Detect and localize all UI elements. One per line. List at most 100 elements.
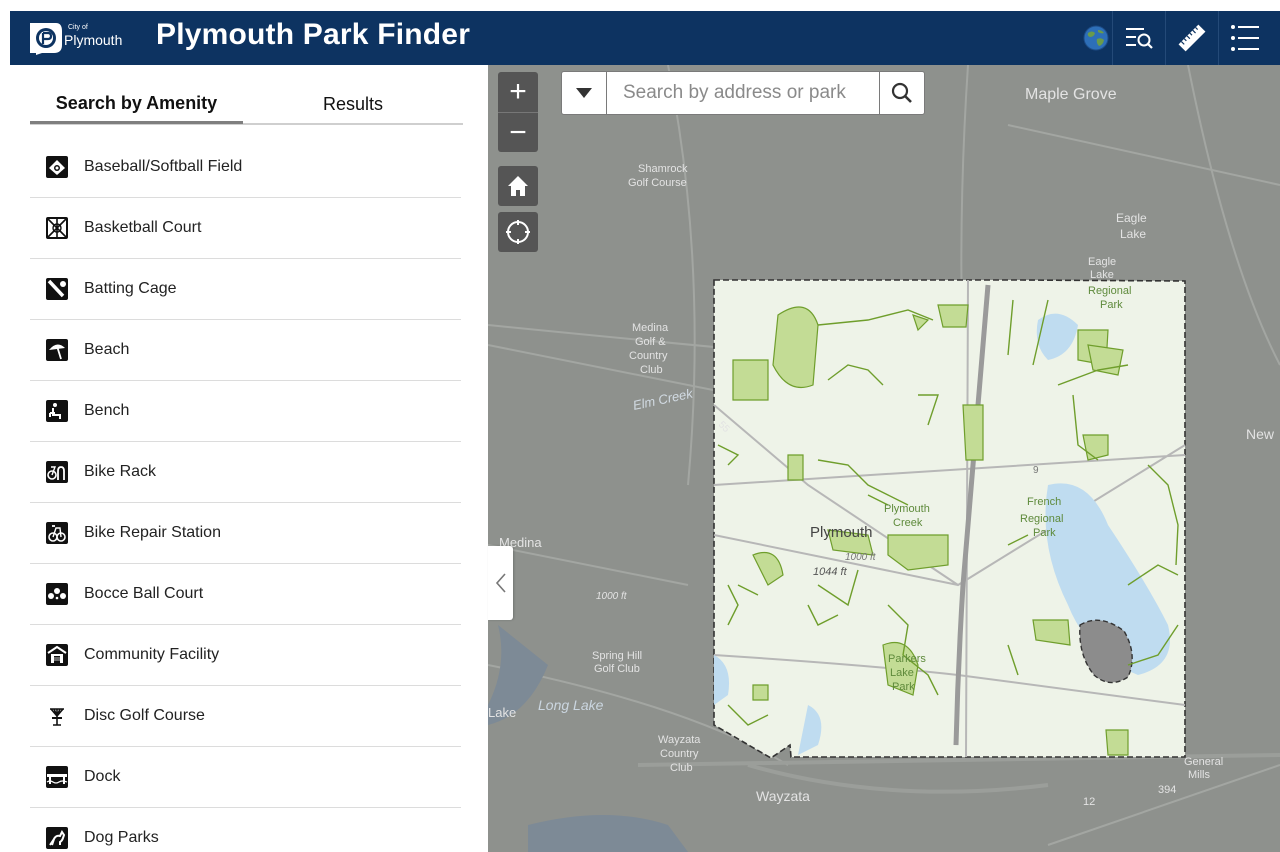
label-elevation-2: 1044 ft xyxy=(813,566,848,578)
label-wayzata-cc-3: Club xyxy=(670,762,693,774)
bocce-ball-icon xyxy=(46,583,68,605)
amenity-label: Baseball/Softball Field xyxy=(84,158,243,175)
label-medina-golf-3: Country xyxy=(629,350,668,362)
amenity-label: Beach xyxy=(84,341,130,358)
label-plymouth-creek: Plymouth xyxy=(884,503,930,515)
batting-cage-icon xyxy=(46,278,68,300)
dog-park-icon xyxy=(46,827,68,849)
amenity-list: Baseball/Softball Field Basketball Court… xyxy=(30,137,461,852)
amenity-label: Dock xyxy=(84,768,121,785)
label-elevation-1: 1000 ft xyxy=(845,552,877,563)
amenity-label: Batting Cage xyxy=(84,280,177,297)
amenity-item-batting-cage[interactable]: Batting Cage xyxy=(30,259,461,320)
amenity-label: Bocce Ball Court xyxy=(84,585,204,602)
globe-icon xyxy=(1083,25,1109,51)
community-facility-icon xyxy=(46,644,68,666)
amenity-item-community-facility[interactable]: Community Facility xyxy=(30,625,461,686)
label-french-park: French xyxy=(1027,496,1061,508)
label-parkers-lake-2: Lake xyxy=(890,667,914,679)
app-header: City of Plymouth Plymouth Park Finder xyxy=(10,11,1280,65)
home-icon xyxy=(508,176,528,196)
zoom-control: + − xyxy=(498,72,538,152)
layer-list-icon xyxy=(1126,28,1153,49)
basketball-court-icon xyxy=(46,217,68,239)
amenity-item-disc-golf[interactable]: Disc Golf Course xyxy=(30,686,461,747)
layer-list-button[interactable] xyxy=(1112,11,1165,65)
city-logo-icon xyxy=(30,23,62,55)
tab-search-by-amenity[interactable]: Search by Amenity xyxy=(30,85,243,124)
home-button[interactable] xyxy=(498,166,538,206)
bike-rack-icon xyxy=(46,461,68,483)
sidebar-panel: Search by Amenity Results Baseball/Softb… xyxy=(10,65,488,852)
ruler-icon xyxy=(1178,24,1206,52)
amenity-item-dog-parks[interactable]: Dog Parks xyxy=(30,808,461,852)
label-parkers-lake: Parkers xyxy=(888,653,926,665)
label-highway-9: 9 xyxy=(1033,465,1039,476)
crosshair-icon xyxy=(506,220,530,244)
label-wayzata-cc-2: Country xyxy=(660,748,699,760)
logo-text: Plymouth xyxy=(64,32,123,48)
search-icon xyxy=(891,82,912,103)
search-input[interactable] xyxy=(607,72,881,114)
label-maple-grove: Maple Grove xyxy=(1025,86,1117,103)
map-view[interactable]: Maple Grove Shamrock Golf Course Eagle L… xyxy=(488,65,1280,852)
label-eagle-park-4: Park xyxy=(1100,299,1123,311)
label-medina-golf: Medina xyxy=(632,322,669,334)
label-general-mills: General xyxy=(1184,756,1223,768)
label-highway-12: 12 xyxy=(1083,796,1095,808)
amenity-item-baseball[interactable]: Baseball/Softball Field xyxy=(30,137,461,198)
label-long-lake: Long Lake xyxy=(538,697,604,713)
beach-umbrella-icon xyxy=(46,339,68,361)
label-general-mills-2: Mills xyxy=(1188,769,1210,781)
amenity-label: Bike Rack xyxy=(84,463,157,480)
top-margin xyxy=(0,0,1280,11)
measure-button[interactable] xyxy=(1165,11,1218,65)
zoom-in-button[interactable]: + xyxy=(498,72,538,112)
amenity-item-bench[interactable]: Bench xyxy=(30,381,461,442)
label-parkers-lake-3: Park xyxy=(892,681,915,693)
map-canvas: Maple Grove Shamrock Golf Course Eagle L… xyxy=(488,65,1280,852)
amenity-label: Community Facility xyxy=(84,646,220,663)
label-spring-hill: Spring Hill xyxy=(592,650,642,662)
label-french-park-2: Regional xyxy=(1020,513,1063,525)
legend-button[interactable] xyxy=(1218,11,1271,65)
tab-results[interactable]: Results xyxy=(243,85,463,123)
label-eagle-lake-2: Lake xyxy=(1120,227,1146,241)
disc-golf-icon xyxy=(46,705,68,727)
label-french-park-3: Park xyxy=(1033,527,1056,539)
amenity-label: Disc Golf Course xyxy=(84,707,205,724)
label-highway-394: 394 xyxy=(1158,784,1176,796)
amenity-item-bocce[interactable]: Bocce Ball Court xyxy=(30,564,461,625)
label-medina-golf-4: Club xyxy=(640,364,663,376)
label-eagle-park-3: Regional xyxy=(1088,285,1131,297)
label-lake: Lake xyxy=(488,705,516,720)
bike-repair-icon xyxy=(46,522,68,544)
sidebar-tabs: Search by Amenity Results xyxy=(30,85,463,125)
list-menu-icon xyxy=(1231,25,1259,51)
label-new-hope: New xyxy=(1246,426,1275,442)
label-eagle-park: Eagle xyxy=(1088,256,1116,268)
caret-down-icon xyxy=(576,88,592,98)
search-source-dropdown[interactable] xyxy=(562,72,607,114)
map-search-bar xyxy=(561,71,925,115)
label-plymouth: Plymouth xyxy=(810,524,873,541)
amenity-label: Bike Repair Station xyxy=(84,524,221,541)
label-shamrock: Shamrock xyxy=(638,163,688,175)
logo-subtext: City of xyxy=(68,24,88,31)
amenity-item-dock[interactable]: Dock xyxy=(30,747,461,808)
label-elevation-3: 1000 ft xyxy=(596,591,628,602)
amenity-item-bike-repair[interactable]: Bike Repair Station xyxy=(30,503,461,564)
label-eagle-park-2: Lake xyxy=(1090,269,1114,281)
app-title: Plymouth Park Finder xyxy=(156,18,471,51)
zoom-out-button[interactable]: − xyxy=(498,112,538,153)
amenity-item-basketball[interactable]: Basketball Court xyxy=(30,198,461,259)
amenity-item-bike-rack[interactable]: Bike Rack xyxy=(30,442,461,503)
label-plymouth-creek-2: Creek xyxy=(893,517,923,529)
search-button[interactable] xyxy=(879,72,924,114)
amenity-item-beach[interactable]: Beach xyxy=(30,320,461,381)
amenity-label: Bench xyxy=(84,402,130,419)
collapse-sidebar-button[interactable] xyxy=(488,546,513,620)
baseball-field-icon xyxy=(46,156,68,178)
label-spring-hill-2: Golf Club xyxy=(594,663,640,675)
locate-button[interactable] xyxy=(498,212,538,252)
